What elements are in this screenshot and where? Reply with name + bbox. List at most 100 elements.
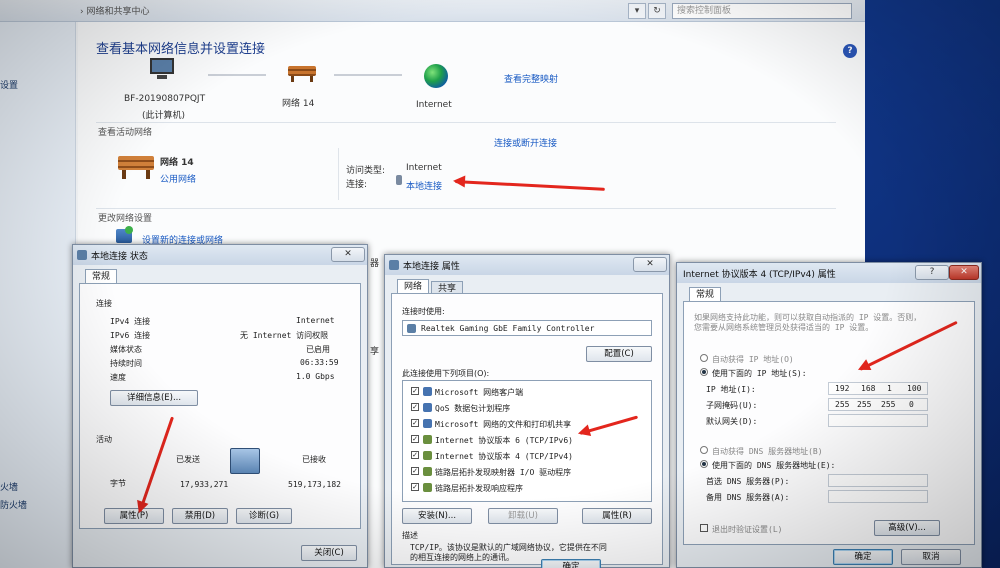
protocol-icon [423,467,432,476]
partial-text: 器 [370,259,380,269]
configure-button[interactable]: 配置(C) [586,346,652,362]
bytes-sent-value: 17,933,271 [180,480,229,489]
manual-dns-radio[interactable] [700,460,708,468]
connect-disconnect-link[interactable]: 连接或断开连接 [494,136,557,149]
advanced-button[interactable]: 高级(V)... [874,520,940,536]
item-checkbox[interactable]: ✓ [411,387,419,395]
search-input[interactable]: 搜索控制面板 [672,3,852,19]
item-label[interactable]: 链路层拓扑发现响应程序 [435,483,523,494]
item-checkbox[interactable]: ✓ [411,403,419,411]
dialog-title: 本地连接 属性 [403,262,460,272]
description-label: 描述 [402,531,418,540]
item-label[interactable]: Microsoft 网络的文件和打印机共享 [435,419,571,430]
gateway-label: 默认网关(D): [706,417,758,426]
uninstall-button[interactable]: 卸载(U) [488,508,558,524]
active-networks-heading: 查看活动网络 [98,128,153,138]
network-icon [77,250,87,260]
divider [338,148,339,200]
close-button[interactable]: 关闭(C) [301,545,357,561]
auto-ip-radio[interactable] [700,354,708,362]
close-icon[interactable]: ✕ [949,265,979,280]
ok-button[interactable]: 确定 [541,559,601,568]
ipv6-value: 无 Internet 访问权限 [240,331,329,340]
help-icon[interactable]: ? [915,265,949,280]
ip-octet: 100 [907,384,922,393]
setup-connection-icon [116,226,133,243]
client-icon [423,387,432,396]
item-checkbox[interactable]: ✓ [411,435,419,443]
ip-octet: 192 [835,384,850,393]
item-label[interactable]: QoS 数据包计划程序 [435,403,510,414]
item-checkbox[interactable]: ✓ [411,451,419,459]
help-icon[interactable]: ? [843,44,857,58]
left-item-firewall[interactable]: 防火墙 [0,498,27,511]
tab-network[interactable]: 网络 [397,279,430,294]
close-icon[interactable]: ✕ [633,257,667,272]
subnet-mask-label: 子网掩码(U): [706,401,758,410]
connection-icon [396,175,402,185]
dropdown-button[interactable]: ▾ [628,3,646,19]
protocol-icon [423,483,432,492]
item-label[interactable]: Microsoft 网络客户端 [435,387,523,398]
alternate-dns-field[interactable] [828,490,928,503]
item-checkbox[interactable]: ✓ [411,467,419,475]
page-title: 查看基本网络信息并设置连接 [96,42,266,57]
refresh-button[interactable]: ↻ [648,3,666,19]
network-type-link[interactable]: 公用网络 [160,172,196,185]
media-state-value: 已启用 [306,345,330,354]
close-icon[interactable]: ✕ [331,247,365,262]
description-line-2: 的相互连接的网络上的通讯。 [410,553,514,562]
network-icon [389,260,399,270]
manual-ip-radio[interactable] [700,368,708,376]
mask-octet: 255 [881,400,896,409]
access-type-label: 访问类型: [346,166,386,176]
left-item-settings[interactable]: 设置 [0,78,18,91]
local-connection-link[interactable]: 本地连接 [406,179,442,192]
install-button[interactable]: 安装(N)... [402,508,472,524]
bytes-label: 字节 [110,479,126,488]
ipv6-label: IPv6 连接 [110,331,151,340]
diagnose-button[interactable]: 诊断(G) [236,508,292,524]
validate-label[interactable]: 退出时验证设置(L) [712,524,782,535]
auto-ip-label[interactable]: 自动获得 IP 地址(O) [712,354,794,365]
connect-using-label: 连接时使用: [402,307,445,316]
ipv4-value: Internet [296,316,335,325]
general-panel: 连接 IPv4 连接 Internet IPv6 连接 无 Internet 访… [79,283,361,529]
address-bar: › 网络和共享中心 ▾ ↻ 搜索控制面板 [0,0,865,22]
preferred-dns-field[interactable] [828,474,928,487]
item-label[interactable]: 链路层拓扑发现映射器 I/O 驱动程序 [435,467,571,478]
internet-label: Internet [416,100,452,110]
details-button[interactable]: 详细信息(E)... [110,390,198,406]
ip-address-field[interactable]: 192 168 1 100 [828,382,928,395]
title-bar: 本地连接 属性 ✕ [385,255,669,275]
manual-ip-label[interactable]: 使用下面的 IP 地址(S): [712,368,807,379]
adapter-box: Realtek Gaming GbE Family Controller [402,320,652,336]
item-checkbox[interactable]: ✓ [411,483,419,491]
connector-line [208,74,266,76]
qos-icon [423,403,432,412]
auto-dns-label[interactable]: 自动获得 DNS 服务器地址(B) [712,446,823,457]
internet-globe-icon [424,64,448,88]
title-bar: Internet 协议版本 4 (TCP/IPv4) 属性 ? ✕ [677,263,981,283]
item-checkbox[interactable]: ✓ [411,419,419,427]
validate-checkbox[interactable] [700,524,708,532]
view-full-map-link[interactable]: 查看完整映射 [504,72,558,85]
cancel-button[interactable]: 取消 [901,549,961,565]
item-label[interactable]: Internet 协议版本 4 (TCP/IPv4) [435,451,573,462]
auto-dns-radio[interactable] [700,446,708,454]
tab-general[interactable]: 常规 [85,269,118,284]
gateway-field[interactable] [828,414,928,427]
breadcrumb[interactable]: › 网络和共享中心 [80,4,580,18]
subnet-mask-field[interactable]: 255 255 255 0 [828,398,928,411]
media-state-label: 媒体状态 [110,345,142,354]
ip-octet: 1 [887,384,892,393]
sent-label: 已发送 [176,455,200,464]
change-settings-heading: 更改网络设置 [98,214,153,224]
ok-button[interactable]: 确定 [833,549,893,565]
item-label[interactable]: Internet 协议版本 6 (TCP/IPv6) [435,435,573,446]
left-item-firewall-partial[interactable]: 火墙 [0,480,18,493]
disable-button[interactable]: 禁用(D) [172,508,228,524]
item-properties-button[interactable]: 属性(R) [582,508,652,524]
manual-dns-label[interactable]: 使用下面的 DNS 服务器地址(E): [712,460,835,471]
tab-general[interactable]: 常规 [689,287,722,302]
